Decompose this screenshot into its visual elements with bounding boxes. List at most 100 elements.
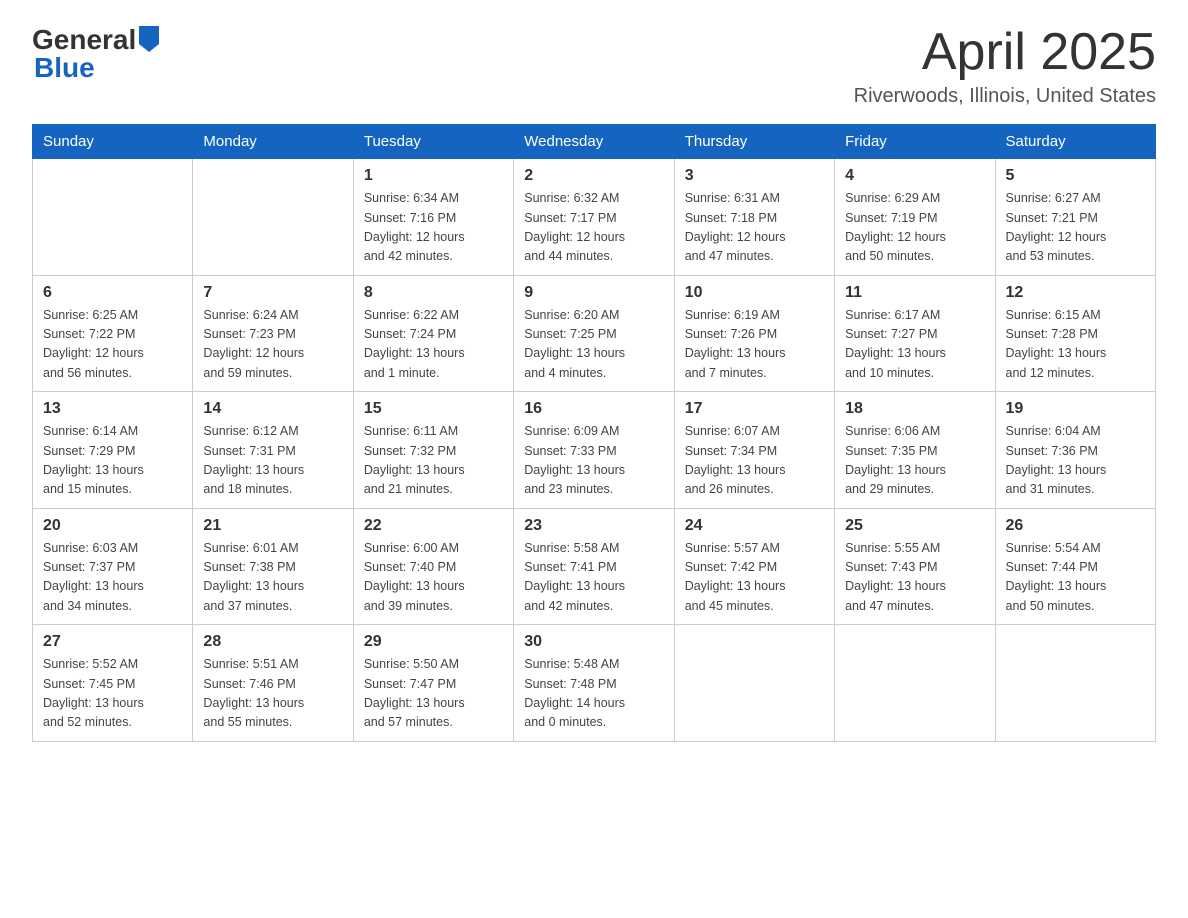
calendar-cell: 19 Sunrise: 6:04 AM Sunset: 7:36 PM Dayli…	[995, 392, 1155, 509]
calendar-cell: 23Sunrise: 5:58 AM Sunset: 7:41 PM Dayli…	[514, 508, 674, 625]
day-number: 26	[1006, 517, 1145, 535]
calendar-cell: 1 Sunrise: 6:34 AM Sunset: 7:16 PM Daylig…	[353, 159, 513, 276]
day-info: Sunrise: 6:04 AM Sunset: 7:36 PM Dayligh…	[1006, 422, 1145, 500]
calendar-cell: 4 Sunrise: 6:29 AM Sunset: 7:19 PM Daylig…	[835, 159, 995, 276]
calendar-cell	[33, 159, 193, 276]
calendar-week-row: 1 Sunrise: 6:34 AM Sunset: 7:16 PM Daylig…	[33, 159, 1156, 276]
calendar-header-row: SundayMondayTuesdayWednesdayThursdayFrid…	[33, 125, 1156, 159]
day-number: 11	[845, 284, 984, 302]
day-info: Sunrise: 6:32 AM Sunset: 7:17 PM Dayligh…	[524, 189, 663, 267]
day-number: 7	[203, 284, 342, 302]
day-info: Sunrise: 6:15 AM Sunset: 7:28 PM Dayligh…	[1006, 306, 1145, 384]
day-info: Sunrise: 6:25 AM Sunset: 7:22 PM Dayligh…	[43, 306, 182, 384]
day-number: 30	[524, 633, 663, 651]
weekday-header-thursday: Thursday	[674, 125, 834, 159]
day-number: 10	[685, 284, 824, 302]
calendar-cell: 11 Sunrise: 6:17 AM Sunset: 7:27 PM Dayli…	[835, 275, 995, 392]
calendar-cell: 16 Sunrise: 6:09 AM Sunset: 7:33 PM Dayli…	[514, 392, 674, 509]
day-info: Sunrise: 6:34 AM Sunset: 7:16 PM Dayligh…	[364, 189, 503, 267]
day-number: 5	[1006, 167, 1145, 185]
calendar-cell	[835, 625, 995, 742]
calendar-cell: 9 Sunrise: 6:20 AM Sunset: 7:25 PM Daylig…	[514, 275, 674, 392]
day-number: 14	[203, 400, 342, 418]
calendar-week-row: 6 Sunrise: 6:25 AM Sunset: 7:22 PM Daylig…	[33, 275, 1156, 392]
weekday-header-saturday: Saturday	[995, 125, 1155, 159]
calendar-cell: 22 Sunrise: 6:00 AM Sunset: 7:40 PM Dayli…	[353, 508, 513, 625]
calendar-cell: 18 Sunrise: 6:06 AM Sunset: 7:35 PM Dayli…	[835, 392, 995, 509]
day-info: Sunrise: 6:29 AM Sunset: 7:19 PM Dayligh…	[845, 189, 984, 267]
logo-flag-icon	[139, 26, 159, 52]
calendar-cell: 6 Sunrise: 6:25 AM Sunset: 7:22 PM Daylig…	[33, 275, 193, 392]
calendar-cell: 26 Sunrise: 5:54 AM Sunset: 7:44 PM Dayli…	[995, 508, 1155, 625]
day-info: Sunrise: 6:19 AM Sunset: 7:26 PM Dayligh…	[685, 306, 824, 384]
day-info: Sunrise: 5:58 AM Sunset: 7:41 PM Dayligh…	[524, 539, 663, 617]
calendar-cell	[674, 625, 834, 742]
day-info: Sunrise: 6:20 AM Sunset: 7:25 PM Dayligh…	[524, 306, 663, 384]
page-header: General Blue April 2025 Riverwoods, Illi…	[32, 24, 1156, 108]
day-number: 21	[203, 517, 342, 535]
location-text: Riverwoods, Illinois, United States	[854, 85, 1156, 108]
calendar-cell: 10 Sunrise: 6:19 AM Sunset: 7:26 PM Dayli…	[674, 275, 834, 392]
day-info: Sunrise: 5:54 AM Sunset: 7:44 PM Dayligh…	[1006, 539, 1145, 617]
day-info: Sunrise: 6:14 AM Sunset: 7:29 PM Dayligh…	[43, 422, 182, 500]
weekday-header-wednesday: Wednesday	[514, 125, 674, 159]
calendar-week-row: 13 Sunrise: 6:14 AM Sunset: 7:29 PM Dayli…	[33, 392, 1156, 509]
day-info: Sunrise: 6:12 AM Sunset: 7:31 PM Dayligh…	[203, 422, 342, 500]
calendar-cell: 29Sunrise: 5:50 AM Sunset: 7:47 PM Dayli…	[353, 625, 513, 742]
day-number: 18	[845, 400, 984, 418]
calendar-cell: 21 Sunrise: 6:01 AM Sunset: 7:38 PM Dayli…	[193, 508, 353, 625]
day-number: 1	[364, 167, 503, 185]
calendar-cell: 20Sunrise: 6:03 AM Sunset: 7:37 PM Dayli…	[33, 508, 193, 625]
day-info: Sunrise: 5:50 AM Sunset: 7:47 PM Dayligh…	[364, 655, 503, 733]
day-info: Sunrise: 6:00 AM Sunset: 7:40 PM Dayligh…	[364, 539, 503, 617]
day-info: Sunrise: 6:09 AM Sunset: 7:33 PM Dayligh…	[524, 422, 663, 500]
month-title: April 2025	[854, 24, 1156, 81]
calendar-cell: 24Sunrise: 5:57 AM Sunset: 7:42 PM Dayli…	[674, 508, 834, 625]
weekday-header-friday: Friday	[835, 125, 995, 159]
title-block: April 2025 Riverwoods, Illinois, United …	[854, 24, 1156, 108]
day-number: 9	[524, 284, 663, 302]
calendar-cell: 30 Sunrise: 5:48 AM Sunset: 7:48 PM Dayli…	[514, 625, 674, 742]
day-number: 12	[1006, 284, 1145, 302]
day-number: 4	[845, 167, 984, 185]
day-number: 24	[685, 517, 824, 535]
day-number: 16	[524, 400, 663, 418]
calendar-cell: 27Sunrise: 5:52 AM Sunset: 7:45 PM Dayli…	[33, 625, 193, 742]
calendar-cell	[193, 159, 353, 276]
calendar-cell: 17 Sunrise: 6:07 AM Sunset: 7:34 PM Dayli…	[674, 392, 834, 509]
weekday-header-monday: Monday	[193, 125, 353, 159]
calendar-cell: 3 Sunrise: 6:31 AM Sunset: 7:18 PM Daylig…	[674, 159, 834, 276]
day-info: Sunrise: 6:24 AM Sunset: 7:23 PM Dayligh…	[203, 306, 342, 384]
weekday-header-tuesday: Tuesday	[353, 125, 513, 159]
calendar-cell: 12 Sunrise: 6:15 AM Sunset: 7:28 PM Dayli…	[995, 275, 1155, 392]
day-number: 8	[364, 284, 503, 302]
calendar-cell: 8 Sunrise: 6:22 AM Sunset: 7:24 PM Daylig…	[353, 275, 513, 392]
calendar-cell: 28 Sunrise: 5:51 AM Sunset: 7:46 PM Dayli…	[193, 625, 353, 742]
day-number: 3	[685, 167, 824, 185]
day-info: Sunrise: 5:55 AM Sunset: 7:43 PM Dayligh…	[845, 539, 984, 617]
calendar-cell: 25Sunrise: 5:55 AM Sunset: 7:43 PM Dayli…	[835, 508, 995, 625]
calendar-cell: 14 Sunrise: 6:12 AM Sunset: 7:31 PM Dayli…	[193, 392, 353, 509]
calendar-cell: 13 Sunrise: 6:14 AM Sunset: 7:29 PM Dayli…	[33, 392, 193, 509]
day-number: 17	[685, 400, 824, 418]
day-number: 19	[1006, 400, 1145, 418]
day-number: 27	[43, 633, 182, 651]
day-info: Sunrise: 6:07 AM Sunset: 7:34 PM Dayligh…	[685, 422, 824, 500]
day-info: Sunrise: 6:31 AM Sunset: 7:18 PM Dayligh…	[685, 189, 824, 267]
day-number: 15	[364, 400, 503, 418]
day-info: Sunrise: 6:06 AM Sunset: 7:35 PM Dayligh…	[845, 422, 984, 500]
calendar-cell: 5 Sunrise: 6:27 AM Sunset: 7:21 PM Daylig…	[995, 159, 1155, 276]
day-number: 13	[43, 400, 182, 418]
day-info: Sunrise: 6:01 AM Sunset: 7:38 PM Dayligh…	[203, 539, 342, 617]
day-info: Sunrise: 6:27 AM Sunset: 7:21 PM Dayligh…	[1006, 189, 1145, 267]
day-number: 22	[364, 517, 503, 535]
day-info: Sunrise: 5:51 AM Sunset: 7:46 PM Dayligh…	[203, 655, 342, 733]
day-info: Sunrise: 6:17 AM Sunset: 7:27 PM Dayligh…	[845, 306, 984, 384]
calendar-week-row: 27Sunrise: 5:52 AM Sunset: 7:45 PM Dayli…	[33, 625, 1156, 742]
day-number: 28	[203, 633, 342, 651]
day-number: 6	[43, 284, 182, 302]
calendar-cell: 2Sunrise: 6:32 AM Sunset: 7:17 PM Daylig…	[514, 159, 674, 276]
day-info: Sunrise: 5:48 AM Sunset: 7:48 PM Dayligh…	[524, 655, 663, 733]
calendar-cell: 7 Sunrise: 6:24 AM Sunset: 7:23 PM Daylig…	[193, 275, 353, 392]
day-info: Sunrise: 6:22 AM Sunset: 7:24 PM Dayligh…	[364, 306, 503, 384]
